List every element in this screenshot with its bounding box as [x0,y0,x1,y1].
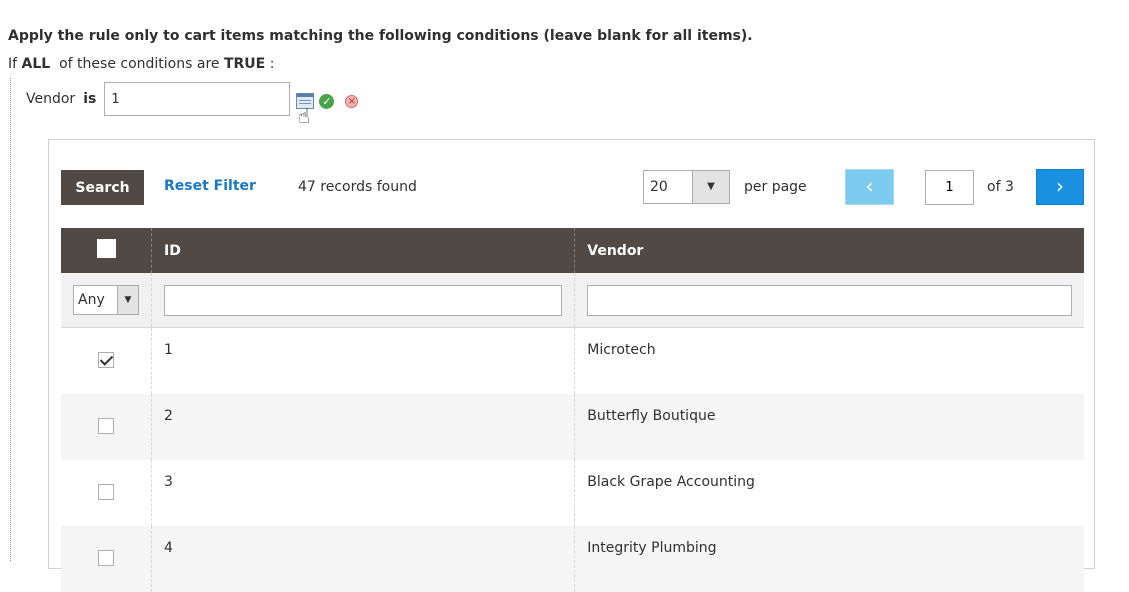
row-checkbox[interactable] [98,417,114,434]
column-header-id[interactable]: ID [150,228,575,273]
previous-page-button[interactable]: ‹ [845,169,894,205]
filter-cell-vendor [574,273,1084,328]
filter-row: Any ▼ [61,273,1084,328]
chevron-right-icon: › [1056,174,1064,198]
table-row[interactable]: 3 Black Grape Accounting [61,459,1084,526]
row-checkbox-cell [61,460,152,526]
records-count: 47 records found [298,179,417,195]
row-checkbox-cell [61,525,152,592]
caret-down-icon[interactable]: ▼ [117,286,138,314]
column-header-vendor[interactable]: Vendor [574,228,1084,273]
conditions-heading: Apply the rule only to cart items matchi… [8,28,753,44]
select-all-header [61,228,152,273]
row-checkbox-cell [61,393,152,460]
search-button[interactable]: Search [61,170,144,205]
row-checkbox[interactable] [98,549,114,566]
grid-header-row: ID Vendor [61,228,1084,273]
if-prefix: If [8,56,18,72]
id-cell: 2 [150,393,575,460]
per-page-value: 20 [650,179,668,195]
vendor-grid: ID Vendor Any ▼ 1 Microtech 2 Butterfly … [61,228,1084,592]
vendor-cell: Butterfly Boutique [574,393,1084,460]
id-cell: 1 [150,327,575,394]
next-page-button[interactable]: › [1036,169,1084,205]
condition-value-input[interactable] [104,82,291,116]
aggregator-link[interactable]: ALL [22,56,51,72]
row-checkbox[interactable] [98,483,114,500]
per-page-select[interactable]: 20 ▼ [643,170,730,204]
conditions-aggregator-line: If ALL of these conditions are TRUE : [8,56,274,72]
filter-select-value: Any [78,292,105,308]
filter-cell-select: Any ▼ [61,273,152,328]
total-pages-label: of 3 [987,179,1014,195]
id-cell: 4 [150,525,575,592]
row-checkbox[interactable] [98,351,114,368]
table-row[interactable]: 2 Butterfly Boutique [61,393,1084,460]
filter-cell-id [150,273,575,328]
condition-operator[interactable]: is [83,91,96,107]
select-all-checkbox[interactable] [96,239,116,258]
in-products-filter-select[interactable]: Any ▼ [73,285,139,315]
value-link[interactable]: TRUE [224,56,265,72]
caret-down-icon[interactable]: ▼ [692,171,729,203]
chevron-left-icon: ‹ [865,174,874,198]
reset-filter-link[interactable]: Reset Filter [164,178,256,194]
row-checkbox-cell [61,328,152,394]
vendor-cell: Microtech [574,327,1084,394]
current-page-input[interactable] [925,170,974,205]
table-row[interactable]: 1 Microtech [61,327,1084,394]
hand-pointer-icon: ☝ [298,104,311,128]
aggregator-suffix: : [269,56,275,72]
per-page-label: per page [744,179,807,195]
id-cell: 3 [150,459,575,526]
remove-icon[interactable]: × [345,94,359,108]
condition-attribute[interactable]: Vendor [26,91,75,107]
aggregator-middle-text: of these conditions are [59,56,220,72]
conditions-tree-line [10,78,11,561]
vendor-cell: Black Grape Accounting [574,459,1084,526]
id-filter-input[interactable] [164,284,563,316]
apply-check-icon[interactable]: ✓ [319,93,335,109]
table-row[interactable]: 4 Integrity Plumbing [61,525,1084,592]
vendor-filter-input[interactable] [587,284,1072,316]
vendor-cell: Integrity Plumbing [574,525,1084,592]
